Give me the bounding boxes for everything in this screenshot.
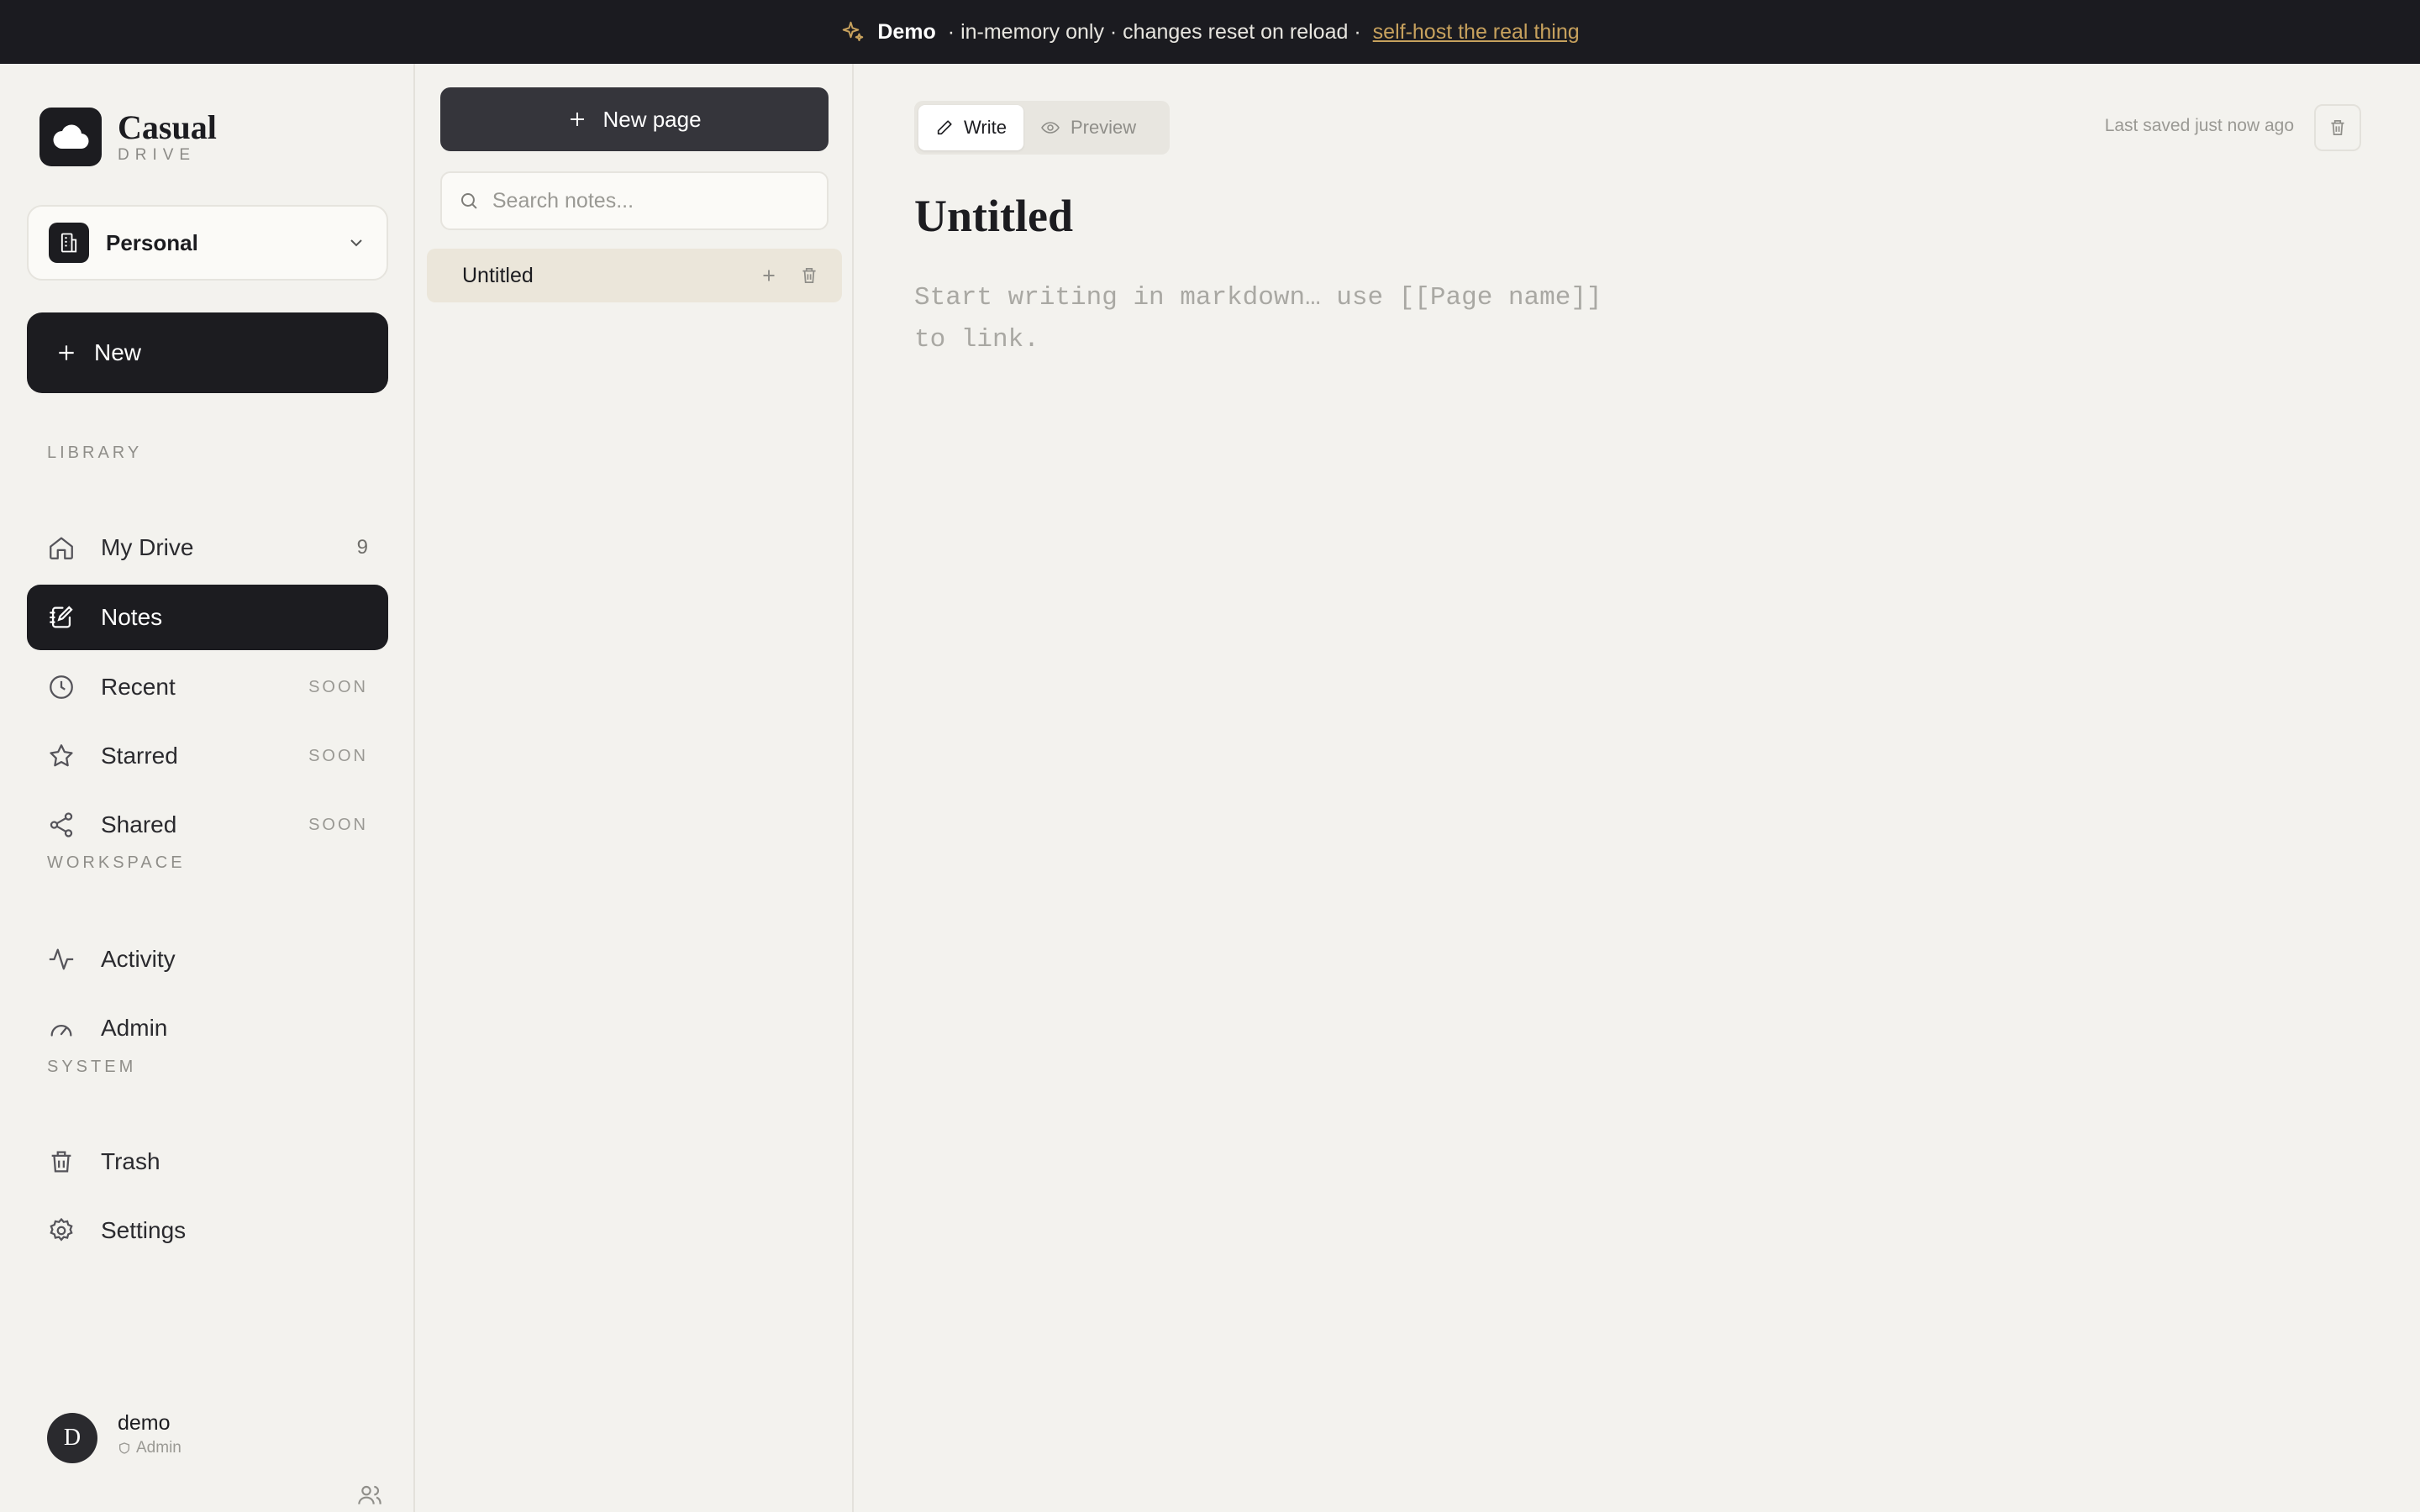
search-icon (460, 193, 477, 209)
sidebar-item-label: Starred (101, 743, 178, 769)
sidebar-item-my-drive[interactable]: My Drive 9 (27, 515, 388, 580)
user-profile[interactable]: D demo Admin (47, 1403, 383, 1504)
sidebar-item-label: My Drive (101, 534, 194, 560)
sidebar-item-recent[interactable]: Recent SOON (27, 654, 388, 720)
activity-icon (49, 948, 74, 970)
home-icon (50, 537, 73, 559)
demo-banner: Demo · in-memory only · changes reset on… (0, 0, 2420, 64)
soon-badge: SOON (308, 677, 368, 696)
users-icon[interactable] (356, 1482, 383, 1509)
trash-icon[interactable] (798, 265, 820, 286)
new-button-label: New (94, 339, 142, 365)
note-editor: Write Preview Last saved just now ago Un… (854, 64, 2420, 1512)
sidebar-item-label: Admin (101, 1015, 168, 1041)
gear-icon (50, 1217, 73, 1242)
editor-mode-tabs: Write Preview (914, 101, 1170, 155)
tab-preview-label: Preview (1070, 117, 1137, 138)
sidebar-item-label: Settings (101, 1217, 187, 1243)
user-role: Admin (118, 1439, 182, 1457)
search-input[interactable] (492, 188, 810, 213)
sidebar-item-settings[interactable]: Settings (27, 1198, 388, 1263)
banner-demo-label: Demo (877, 19, 936, 44)
gauge-icon (50, 1025, 72, 1037)
notes-icon (50, 606, 73, 628)
workspace-label: Personal (106, 229, 198, 255)
pencil-icon (937, 120, 952, 135)
clock-icon (50, 675, 73, 699)
user-name: demo (118, 1411, 171, 1435)
section-workspace: WORKSPACE (47, 853, 186, 872)
banner-text: · in-memory only · changes reset on relo… (947, 19, 1361, 44)
shield-icon (119, 1442, 129, 1454)
new-button[interactable]: New (27, 312, 388, 393)
new-page-label: New page (602, 106, 702, 132)
note-title-input[interactable]: Untitled (914, 190, 1073, 242)
sidebar-item-label: Notes (101, 604, 163, 630)
sparkle-icon (843, 21, 864, 41)
section-library: LIBRARY (47, 444, 143, 462)
save-status: Last saved just now ago (2104, 116, 2294, 135)
sidebar-item-shared[interactable]: Shared SOON (27, 792, 388, 858)
add-subpage-icon[interactable] (758, 265, 780, 286)
sidebar-item-starred[interactable]: Starred SOON (27, 723, 388, 789)
note-list-item[interactable]: Untitled (427, 249, 842, 302)
markdown-editor[interactable]: Start writing in markdown… use [[Page na… (914, 277, 1670, 361)
self-host-link[interactable]: self-host the real thing (1373, 20, 1580, 45)
delete-note-button[interactable] (2314, 104, 2361, 151)
sidebar-item-activity[interactable]: Activity (27, 927, 388, 992)
trash-icon (2331, 120, 2344, 135)
soon-badge: SOON (308, 746, 368, 765)
sidebar-item-notes[interactable]: Notes (27, 585, 388, 650)
plus-icon (59, 345, 74, 360)
sidebar-item-label: Recent (101, 674, 176, 700)
workspace-switcher[interactable]: Personal (27, 205, 388, 281)
brand[interactable]: Casual DRIVE (39, 108, 217, 166)
sidebar-item-admin[interactable]: Admin (27, 995, 388, 1061)
soon-badge: SOON (308, 815, 368, 834)
star-icon (50, 744, 73, 767)
user-role-label: Admin (136, 1439, 182, 1457)
file-count-badge: 9 (356, 536, 368, 559)
sidebar-item-label: Shared (101, 811, 177, 837)
tab-write[interactable]: Write (918, 105, 1023, 150)
chevron-down-icon (350, 239, 362, 247)
tab-write-label: Write (964, 117, 1007, 138)
cloud-logo-icon (39, 108, 102, 166)
brand-sub: DRIVE (118, 146, 197, 164)
eye-icon (1041, 122, 1060, 134)
sidebar: Casual DRIVE Personal New LIBRARY My Dri… (0, 64, 415, 1512)
note-title: Untitled (462, 263, 534, 287)
notes-list-pane: New page Untitled (415, 64, 854, 1512)
sidebar-item-trash[interactable]: Trash (27, 1129, 388, 1194)
trash-icon (51, 1151, 71, 1173)
share-icon (50, 812, 73, 837)
new-page-button[interactable]: New page (440, 87, 829, 151)
section-system: SYSTEM (47, 1058, 137, 1076)
sidebar-item-label: Trash (101, 1148, 160, 1174)
avatar: D (47, 1413, 97, 1463)
tab-preview[interactable]: Preview (1023, 105, 1153, 150)
brand-name: Casual (118, 108, 217, 146)
sidebar-item-label: Activity (101, 946, 176, 972)
notes-search[interactable] (440, 171, 829, 230)
plus-icon (571, 113, 585, 126)
building-icon (49, 223, 89, 263)
